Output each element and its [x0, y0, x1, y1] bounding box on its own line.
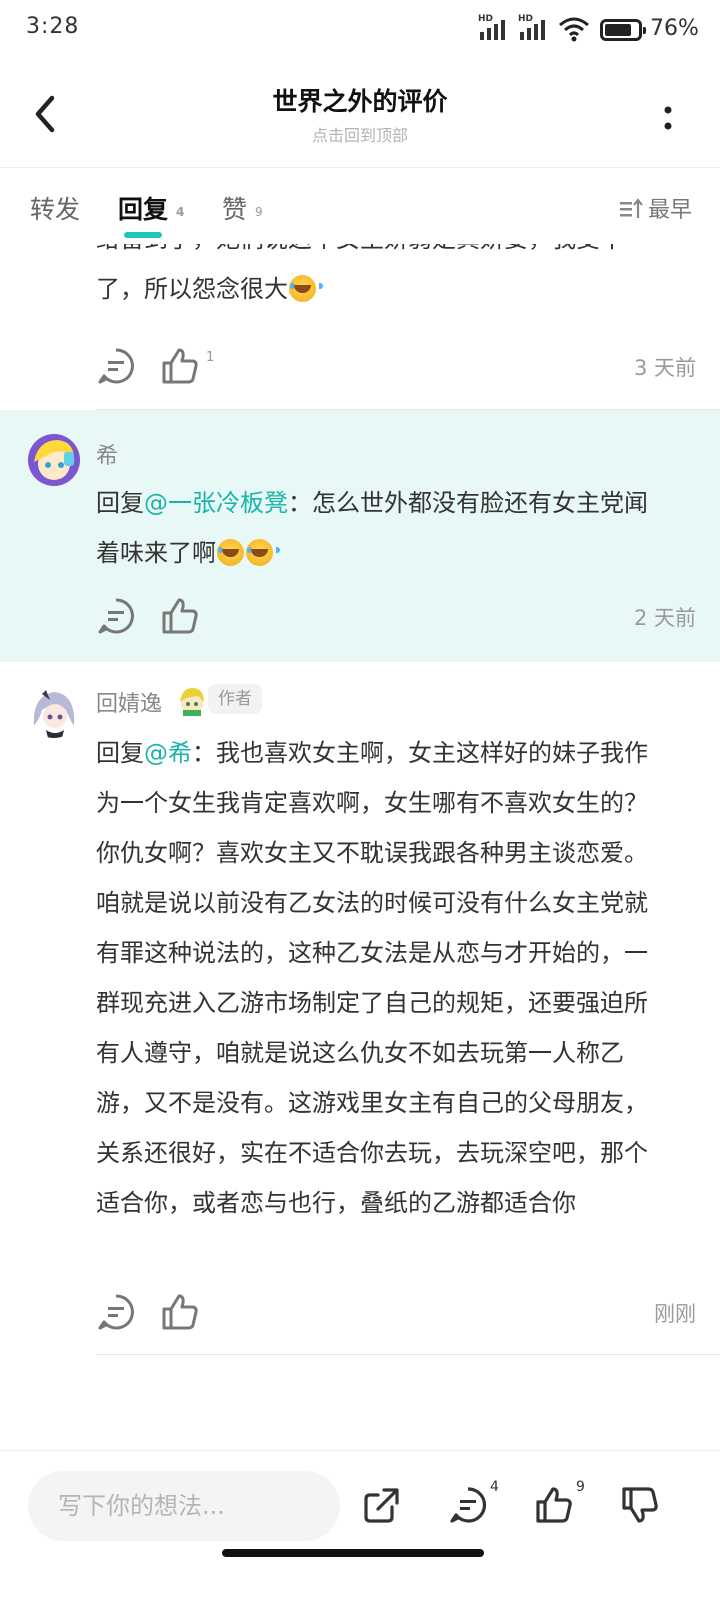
comment-actions: 刚刚: [96, 1292, 696, 1332]
comment-input[interactable]: 写下你的想法...: [28, 1471, 340, 1541]
bottom-action-bar: 写下你的想法... 4 9: [0, 1450, 720, 1600]
avatar[interactable]: [28, 686, 80, 738]
active-tab-indicator: [124, 232, 162, 238]
wifi-icon: [559, 17, 589, 42]
like-post-button[interactable]: 9: [534, 1479, 585, 1529]
tab-likes[interactable]: 赞9: [222, 190, 263, 226]
sort-icon: [620, 198, 643, 218]
thumbs-up-icon: [162, 598, 198, 634]
username[interactable]: 希: [96, 438, 118, 470]
dislike-button[interactable]: [620, 1485, 660, 1529]
comment-item-highlighted: 希 回复@一张冷板凳：怎么世外都没有脸还有女主党闻着味来了啊 2 天前: [0, 410, 720, 662]
comment-time: 3 天前: [633, 356, 696, 380]
sort-button[interactable]: 最早: [620, 192, 692, 224]
more-options-icon[interactable]: [656, 98, 680, 138]
comment-bubble-icon: [98, 598, 134, 634]
like-button[interactable]: 1: [160, 346, 214, 390]
page-header: 世界之外的评价 点击回到顶部: [0, 60, 720, 168]
thumbs-up-icon: [536, 1487, 572, 1523]
comment-time: 刚刚: [654, 1302, 696, 1326]
comment-text: 给留到了，她们说这个女主娇弱是真娇妾，我受不了，所以怨念很大: [96, 244, 666, 314]
comment-time: 2 天前: [633, 606, 696, 630]
comment-actions: 1 3 天前: [96, 346, 696, 386]
author-badge: 作者: [208, 684, 262, 714]
scroll-to-top-hint[interactable]: 点击回到顶部: [0, 122, 720, 146]
comment-bubble-icon: [98, 348, 134, 384]
cell-signal-icon-2: HD: [518, 14, 552, 44]
comment-actions: 2 天前: [96, 596, 696, 636]
share-icon: [364, 1488, 399, 1523]
like-count: 9: [576, 1479, 585, 1495]
comment-text: 回复@一张冷板凳：怎么世外都没有脸还有女主党闻着味来了啊: [96, 489, 648, 567]
mention-link[interactable]: @希: [144, 739, 192, 767]
username[interactable]: 回婧逸: [96, 686, 162, 718]
tab-replies-count: 4: [176, 205, 185, 219]
share-button[interactable]: [362, 1485, 402, 1529]
cell-signal-icon: HD: [478, 14, 512, 44]
like-button[interactable]: [160, 1292, 200, 1336]
like-count: 1: [206, 350, 215, 365]
thumbs-up-icon: [162, 1294, 198, 1330]
comment-text: 回复@希：我也喜欢女主啊，女主这样好的妹子我作为一个女生我肯定喜欢啊，女生哪有不…: [96, 739, 648, 1217]
divider: [96, 1354, 720, 1355]
battery-icon: [600, 19, 646, 41]
home-indicator[interactable]: [222, 1549, 484, 1557]
comment-bubble-icon: [450, 1487, 487, 1523]
reply-button[interactable]: [96, 596, 136, 640]
tab-repost[interactable]: 转发: [30, 190, 80, 226]
tab-likes-count: 9: [255, 205, 263, 219]
sort-label: 最早: [648, 198, 693, 223]
comments-button[interactable]: 4: [448, 1479, 499, 1529]
mention-link[interactable]: @一张冷板凳: [144, 489, 288, 517]
thumbs-down-icon: [622, 1487, 658, 1523]
status-time: 3:28: [26, 14, 80, 39]
laughing-tears-emoji-icon: [289, 275, 323, 302]
comment-count: 4: [490, 1479, 499, 1495]
battery-percent: 76%: [650, 16, 699, 41]
comment-item: 给留到了，她们说这个女主娇弱是真娇妾，我受不了，所以怨念很大 1 3 天前: [0, 244, 720, 410]
comment-bubble-icon: [98, 1294, 134, 1330]
avatar[interactable]: [28, 434, 80, 486]
laughing-tears-emoji-icon: [246, 539, 280, 566]
comment-item: 回婧逸 作者 回复@希：我也喜欢女主啊，女主这样好的妹子我作为一个女生我肯定喜欢…: [0, 662, 720, 1362]
page-title: 世界之外的评价: [272, 87, 448, 116]
laughing-tears-emoji-icon: [217, 539, 251, 566]
reply-button[interactable]: [96, 1292, 136, 1336]
reply-button[interactable]: [96, 346, 136, 390]
tab-replies[interactable]: 回复 4: [118, 190, 185, 238]
thumbs-up-icon: [162, 348, 198, 384]
like-button[interactable]: [160, 596, 200, 640]
comment-list[interactable]: 给留到了，她们说这个女主娇弱是真娇妾，我受不了，所以怨念很大 1 3 天前 希: [0, 244, 720, 1450]
tab-bar: 转发 回复 4 赞9 最早: [0, 168, 720, 244]
status-bar: 3:28 HD HD 76%: [0, 0, 720, 60]
user-decoration-icon: [178, 686, 206, 716]
